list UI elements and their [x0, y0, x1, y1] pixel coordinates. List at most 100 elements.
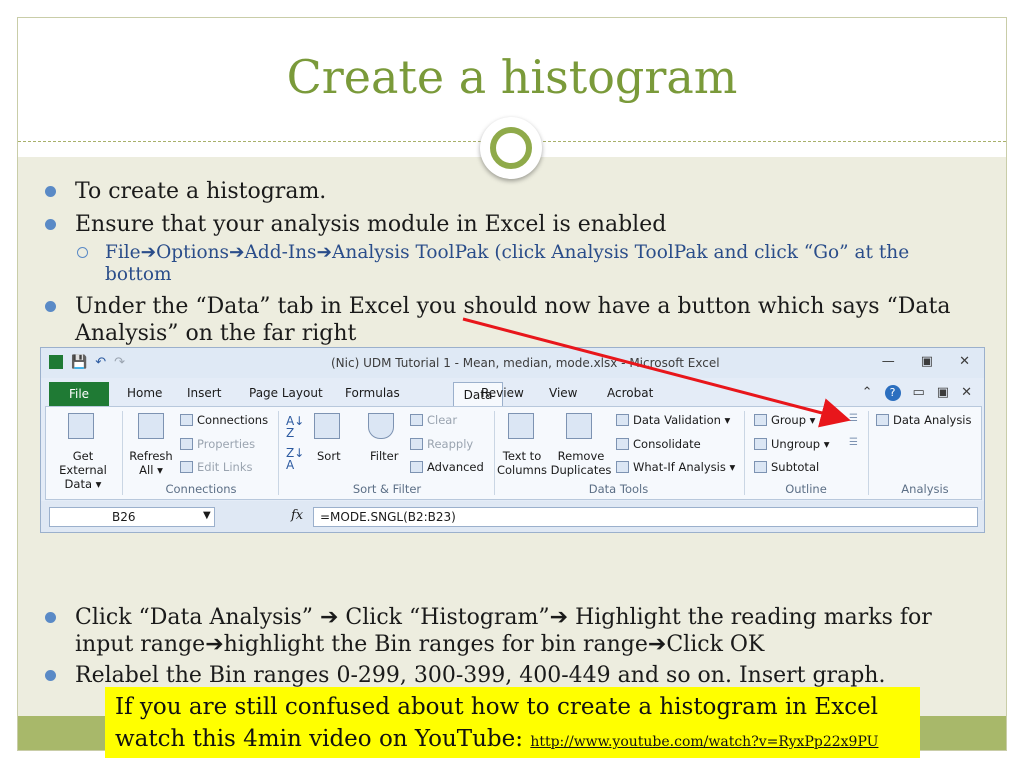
refresh-all-button[interactable]: Refresh All ▾ [126, 449, 176, 477]
sort-za-icon[interactable]: Z↓ A [286, 447, 304, 471]
properties-button[interactable]: Properties [180, 437, 255, 451]
subtotal-button[interactable]: Subtotal [754, 460, 819, 474]
excel-window-title: (Nic) UDM Tutorial 1 - Mean, median, mod… [331, 356, 720, 370]
consolidate-button[interactable]: Consolidate [616, 437, 701, 451]
bullet-2: Ensure that your analysis module in Exce… [44, 212, 667, 237]
minimize-icon[interactable]: — [882, 354, 895, 369]
ribbon-right-controls: ⌃ ? ▭ ▣ ✕ [862, 385, 972, 401]
group-separator [868, 411, 869, 495]
redo-icon[interactable]: ↷ [114, 355, 125, 370]
connections-label: Connections [197, 413, 269, 427]
text-to-columns-icon [508, 413, 534, 439]
subtotal-label: Subtotal [771, 460, 820, 474]
subtotal-icon [754, 461, 767, 473]
save-icon[interactable]: 💾 [71, 355, 87, 370]
consolidate-icon [616, 438, 629, 450]
reapply-button[interactable]: Reapply [410, 437, 473, 451]
connections-icon [180, 414, 193, 426]
advanced-icon [410, 461, 423, 473]
clear-label: Clear [427, 413, 458, 427]
undo-icon[interactable]: ↶ [95, 355, 106, 370]
quick-access-toolbar: 💾 ↶ ↷ [49, 355, 125, 370]
reapply-label: Reapply [427, 437, 474, 451]
group-separator [744, 411, 745, 495]
group-icon [754, 414, 767, 426]
ungroup-icon [754, 438, 767, 450]
connections-button[interactable]: Connections [180, 413, 268, 427]
youtube-link[interactable]: http://www.youtube.com/watch?v=RyxPp22x9… [530, 734, 878, 750]
tab-page-layout[interactable]: Page Layout [249, 386, 323, 400]
group-label-sort-filter: Sort & Filter [352, 482, 422, 496]
name-box[interactable]: B26 [49, 507, 215, 527]
bullet-1: To create a histogram. [44, 179, 327, 204]
get-external-data-button[interactable]: Get External Data ▾ [52, 449, 114, 491]
restore-icon[interactable]: ▣ [921, 354, 933, 369]
remove-duplicates-icon [566, 413, 592, 439]
close-icon[interactable]: ✕ [961, 385, 972, 401]
data-validation-button[interactable]: Data Validation ▾ [616, 413, 730, 427]
group-label-connections: Connections [165, 482, 237, 496]
window-controls: — ▣ ✕ [882, 354, 970, 369]
advanced-label: Advanced [427, 460, 484, 474]
youtube-callout: If you are still confused about how to c… [105, 687, 920, 758]
excel-logo-icon [49, 355, 63, 369]
tab-home[interactable]: Home [127, 386, 162, 400]
help-icon[interactable]: ? [884, 385, 901, 401]
reapply-icon [410, 438, 423, 450]
close-icon[interactable]: ✕ [959, 354, 970, 369]
what-if-icon [616, 461, 629, 473]
what-if-label: What-If Analysis ▾ [633, 460, 736, 474]
formula-bar-area: B26 ▼ fx =MODE.SNGL(B2:B23) [41, 501, 984, 532]
remove-duplicates-button[interactable]: Remove Duplicates [550, 449, 612, 477]
hide-detail-icon[interactable]: ☰ [849, 437, 858, 448]
what-if-analysis-button[interactable]: What-If Analysis ▾ [616, 460, 735, 474]
properties-label: Properties [197, 437, 256, 451]
excel-titlebar: 💾 ↶ ↷ (Nic) UDM Tutorial 1 - Mean, media… [41, 348, 984, 378]
tab-insert[interactable]: Insert [187, 386, 221, 400]
group-label-data-tools: Data Tools [588, 482, 649, 496]
edit-links-button[interactable]: Edit Links [180, 460, 252, 474]
group-label: Group ▾ [771, 413, 816, 427]
tab-formulas[interactable]: Formulas [345, 386, 400, 400]
group-separator [494, 411, 495, 495]
sort-icon [314, 413, 340, 439]
sort-az-icon[interactable]: A↓ Z [286, 415, 304, 439]
ribbon-data-panel: Get External Data ▾ Refresh All ▾ Connec… [45, 406, 982, 500]
name-box-dropdown-icon[interactable]: ▼ [203, 510, 211, 521]
data-analysis-button[interactable]: Data Analysis [876, 413, 972, 427]
sort-button[interactable]: Sort [317, 449, 341, 463]
restore-icon[interactable]: ▣ [937, 385, 949, 401]
slide-title: Create a histogram [286, 50, 738, 104]
data-analysis-label: Data Analysis [893, 413, 972, 427]
ungroup-button[interactable]: Ungroup ▾ [754, 437, 830, 451]
tab-file[interactable]: File [49, 382, 109, 406]
group-separator [278, 411, 279, 495]
bullet-3: Under the “Data” tab in Excel you should… [45, 293, 985, 347]
properties-icon [180, 438, 193, 450]
tab-review[interactable]: Review [481, 386, 524, 400]
collapse-ribbon-icon[interactable]: ⌃ [862, 385, 873, 401]
minimize-icon[interactable]: ▭ [913, 385, 925, 401]
group-separator [122, 411, 123, 495]
function-icon[interactable]: fx [291, 508, 303, 523]
consolidate-label: Consolidate [633, 437, 701, 451]
clear-button[interactable]: Clear [410, 413, 457, 427]
clear-icon [410, 414, 423, 426]
ungroup-label: Ungroup ▾ [771, 437, 830, 451]
show-detail-icon[interactable]: ☰ [849, 413, 858, 424]
edit-links-label: Edit Links [197, 460, 253, 474]
tab-acrobat[interactable]: Acrobat [607, 386, 653, 400]
advanced-button[interactable]: Advanced [410, 460, 484, 474]
excel-ribbon-screenshot: 💾 ↶ ↷ (Nic) UDM Tutorial 1 - Mean, media… [40, 347, 985, 533]
formula-input[interactable]: =MODE.SNGL(B2:B23) [313, 507, 978, 527]
filter-icon [368, 413, 394, 439]
data-validation-icon [616, 414, 629, 426]
text-to-columns-button[interactable]: Text to Columns [496, 449, 548, 477]
ribbon-tabs: File Home Insert Page Layout Formulas Da… [41, 382, 984, 408]
tab-view[interactable]: View [549, 386, 577, 400]
filter-button[interactable]: Filter [370, 449, 398, 463]
data-analysis-icon [876, 414, 889, 426]
data-validation-label: Data Validation ▾ [633, 413, 731, 427]
group-label-outline: Outline [785, 482, 827, 496]
group-button[interactable]: Group ▾ [754, 413, 815, 427]
